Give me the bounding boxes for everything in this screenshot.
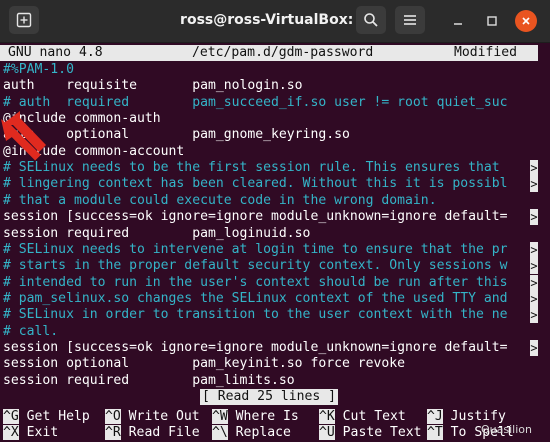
shortcut-key: ^X	[3, 425, 19, 440]
shortcut-item[interactable]: ^U Paste Text	[319, 425, 422, 441]
minimize-icon	[454, 23, 462, 25]
search-icon	[364, 13, 378, 27]
editor-line[interactable]: session required pam_limits.so	[3, 373, 295, 389]
search-button[interactable]	[356, 6, 386, 34]
title-bar: ross@ross-VirtualBox: ~	[0, 0, 550, 43]
status-message: [ Read 25 lines ]	[200, 389, 339, 405]
minimize-button[interactable]	[447, 10, 469, 32]
file-path: /etc/pam.d/gdm-password	[192, 45, 374, 60]
close-button[interactable]	[515, 10, 537, 32]
editor-line[interactable]: # auth required pam_succeed_if.so user !…	[3, 95, 508, 111]
line-overflow-marker: >	[530, 160, 538, 177]
shortcut-label: Write Out	[128, 409, 200, 424]
shortcut-key: ^U	[319, 425, 335, 440]
line-overflow-marker: >	[530, 307, 538, 324]
editor-line[interactable]: # intended to run in the user's context …	[3, 275, 508, 291]
editor-line[interactable]: # lingering context has been cleared. Wi…	[3, 176, 508, 192]
editor-line[interactable]: # pam_selinux.so changes the SELinux con…	[3, 291, 508, 307]
terminal-area[interactable]: GNU nano 4.8 /etc/pam.d/gdm-password Mod…	[0, 43, 550, 442]
editor-line[interactable]: # call.	[3, 324, 58, 340]
line-overflow-marker: >	[530, 241, 538, 258]
editor-line[interactable]: # SELinux in order to transition to the …	[3, 307, 508, 323]
red-arrow-annotation	[1, 111, 46, 161]
shortcut-item[interactable]: ^X Exit	[3, 425, 58, 441]
editor-line[interactable]: # that a module could execute code in th…	[3, 193, 437, 209]
watermark: Quasilion	[481, 422, 532, 436]
shortcut-item[interactable]: ^R Read File	[105, 425, 200, 441]
editor-line[interactable]: #%PAM-1.0	[3, 62, 74, 78]
close-icon	[522, 17, 530, 25]
shortcut-label: Get Help	[26, 409, 90, 424]
editor-line[interactable]: session [success=ok ignore=ignore module…	[3, 209, 508, 225]
editor-line[interactable]: session required pam_loginuid.so	[3, 226, 310, 242]
terminal-window: ross@ross-VirtualBox: ~ GNU nano 4.8 /et…	[0, 0, 550, 442]
line-overflow-marker: >	[530, 274, 538, 291]
shortcut-item[interactable]: ^K Cut Text	[319, 409, 406, 425]
editor-line[interactable]: # SELinux needs to be the first session …	[3, 160, 508, 176]
shortcut-label: Paste Text	[342, 425, 422, 440]
line-overflow-marker: >	[530, 258, 538, 275]
shortcut-key: ^O	[105, 409, 121, 424]
line-overflow-marker: >	[530, 209, 538, 226]
file-state: Modified	[454, 45, 518, 60]
editor-line[interactable]: auth requisite pam_nologin.so	[3, 78, 303, 94]
shortcut-key: ^G	[3, 409, 19, 424]
shortcut-item[interactable]: ^\ Replace	[212, 425, 291, 441]
shortcut-item[interactable]: ^O Write Out	[105, 409, 200, 425]
menu-button[interactable]	[395, 6, 425, 34]
editor-line[interactable]: session [success=ok ignore=ignore module…	[3, 340, 508, 356]
nano-header: GNU nano 4.8 /etc/pam.d/gdm-password Mod…	[0, 45, 538, 61]
shortcut-item[interactable]: ^W Where Is	[212, 409, 299, 425]
shortcut-label: Cut Text	[342, 409, 406, 424]
shortcut-item[interactable]: ^G Get Help	[3, 409, 90, 425]
shortcut-key: ^\	[212, 425, 228, 440]
menu-icon	[404, 15, 416, 25]
shortcut-label: Read File	[128, 425, 200, 440]
editor-line[interactable]: # starts in the proper default security …	[3, 258, 508, 274]
line-overflow-marker: >	[530, 290, 538, 307]
shortcut-key: ^K	[319, 409, 335, 424]
shortcut-key: ^J	[427, 409, 443, 424]
maximize-button[interactable]	[481, 10, 503, 32]
nano-version: GNU nano 4.8	[8, 45, 103, 60]
editor-line[interactable]: session optional pam_keyinit.so force re…	[3, 356, 405, 372]
shortcut-label: Replace	[235, 425, 291, 440]
editor-line[interactable]: # SELinux needs to intervene at login ti…	[3, 242, 508, 258]
shortcut-key: ^T	[427, 425, 443, 440]
maximize-icon	[487, 16, 497, 26]
shortcut-key: ^W	[212, 409, 228, 424]
shortcut-label: Where Is	[235, 409, 299, 424]
shortcut-key: ^R	[105, 425, 121, 440]
line-overflow-marker: >	[530, 176, 538, 193]
shortcut-label: Exit	[26, 425, 59, 440]
line-overflow-marker: >	[530, 339, 538, 356]
